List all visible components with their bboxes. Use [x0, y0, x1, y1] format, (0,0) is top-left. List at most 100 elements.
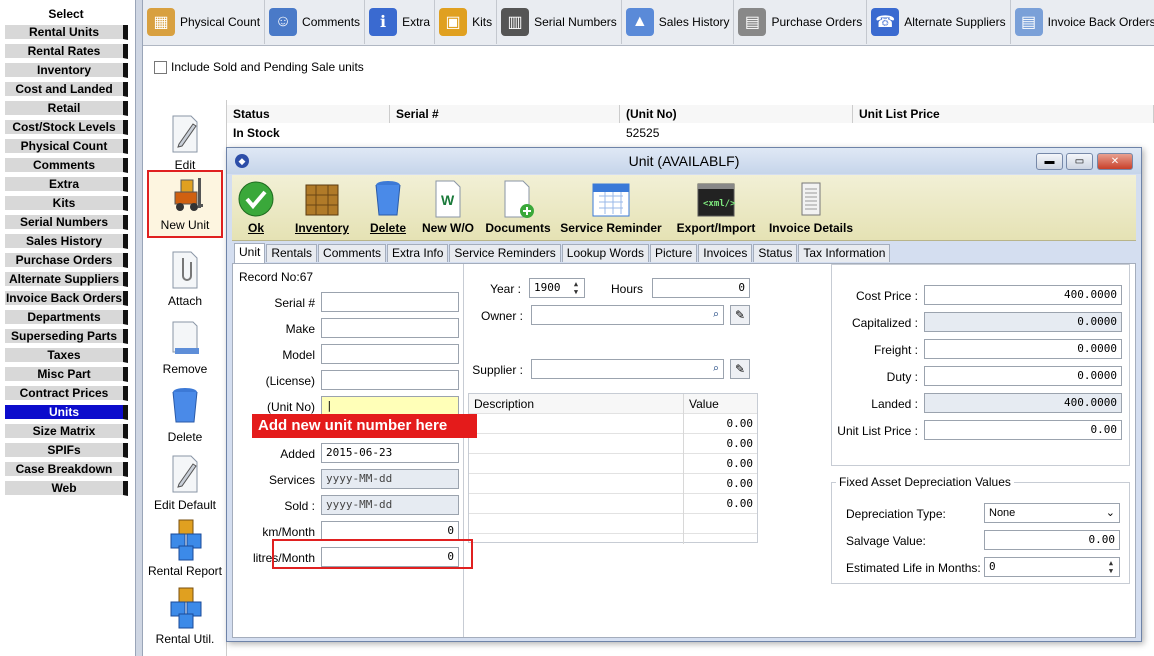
table-row[interactable]: 0.00 — [469, 494, 757, 514]
table-row[interactable]: 0.00 — [469, 434, 757, 454]
edit-button[interactable]: Edit — [147, 112, 223, 172]
nav-item[interactable]: Superseding Parts — [5, 329, 128, 344]
value-cell[interactable]: 0.00 — [686, 414, 754, 434]
owner-field[interactable]: ⌕ — [531, 305, 724, 325]
dialog-tab[interactable]: Status — [753, 244, 798, 262]
estimated-life-field[interactable]: 0 ▲ ▼ — [984, 557, 1120, 577]
model-field[interactable] — [321, 344, 459, 364]
dialog-titlebar[interactable]: ◆ Unit (AVAILABLF) ▬ ▭ ✕ — [227, 148, 1141, 174]
table-row[interactable]: 0.00 — [469, 474, 757, 494]
dialog-tab[interactable]: Unit — [234, 243, 266, 263]
capitalized-field[interactable]: 0.0000 — [924, 312, 1122, 332]
table-row[interactable] — [469, 514, 757, 534]
grid-header-serial[interactable]: Serial # — [390, 105, 620, 123]
hours-field[interactable]: 0 — [652, 278, 750, 298]
value-cell[interactable]: 0.00 — [686, 474, 754, 494]
dialog-tab[interactable]: Invoices — [698, 244, 753, 262]
remove-button[interactable]: Remove — [147, 316, 223, 376]
services-field[interactable]: yyyy-MM-dd — [321, 469, 459, 489]
owner-edit-button[interactable]: ✎ — [730, 305, 750, 325]
nav-item[interactable]: Cost/Stock Levels — [5, 120, 128, 135]
year-field[interactable]: 1900 ▲ ▼ — [529, 278, 585, 298]
year-spinner[interactable]: ▲ ▼ — [570, 280, 582, 296]
nav-item[interactable]: Rental Rates — [5, 44, 128, 59]
nav-item[interactable]: Invoice Back Orders — [5, 291, 128, 306]
attach-button[interactable]: Attach — [147, 248, 223, 308]
dialog-tab[interactable]: Comments — [318, 244, 387, 262]
rental-report-button[interactable]: Rental Report — [147, 518, 223, 578]
maximize-button[interactable]: ▭ — [1066, 153, 1093, 170]
dialog-tab[interactable]: Rentals — [266, 244, 318, 262]
grid-header-status[interactable]: Status — [227, 105, 390, 123]
toolbar-button[interactable]: ▤ Purchase Orders — [734, 0, 868, 44]
nav-item[interactable]: Kits — [5, 196, 128, 211]
freight-field[interactable]: 0.0000 — [924, 339, 1122, 359]
edit-default-button[interactable]: Edit Default — [147, 452, 223, 512]
nav-item[interactable]: Case Breakdown — [5, 462, 128, 477]
documents-button[interactable]: Documents — [483, 177, 553, 235]
supplier-edit-button[interactable]: ✎ — [730, 359, 750, 379]
nav-item[interactable]: Sales History — [5, 234, 128, 249]
added-field[interactable]: 2015-06-23 — [321, 443, 459, 463]
grid-cell-status[interactable]: In Stock — [227, 124, 390, 142]
include-sold-checkbox[interactable]: Include Sold and Pending Sale units — [154, 60, 364, 74]
dialog-tab[interactable]: Service Reminders — [449, 244, 561, 262]
checkbox-box[interactable] — [154, 60, 167, 74]
new-unit-button[interactable]: New Unit — [147, 170, 223, 238]
dialog-tab[interactable]: Extra Info — [387, 244, 449, 262]
nav-item[interactable]: SPIFs — [5, 443, 128, 458]
nav-item[interactable]: Physical Count — [5, 139, 128, 154]
service-reminder-button[interactable]: Service Reminder — [559, 177, 663, 235]
toolbar-button[interactable]: ☎ Alternate Suppliers — [867, 0, 1011, 44]
close-button[interactable]: ✕ — [1097, 153, 1133, 170]
salvage-value-field[interactable]: 0.00 — [984, 530, 1120, 550]
value-cell[interactable]: 0.00 — [686, 434, 754, 454]
splitter[interactable] — [135, 0, 143, 656]
minimize-button[interactable]: ▬ — [1036, 153, 1063, 170]
toolbar-button[interactable]: ℹ Extra — [365, 0, 436, 44]
owner-search-icon[interactable]: ⌕ — [712, 306, 719, 324]
toolbar-button[interactable]: ▤ Invoice Back Orders — [1011, 0, 1154, 44]
life-spinner[interactable]: ▲ ▼ — [1105, 559, 1117, 575]
delete-button[interactable]: Delete — [366, 177, 410, 235]
grid-header-unit-no[interactable]: (Unit No) — [620, 105, 853, 123]
nav-item[interactable]: Comments — [5, 158, 128, 173]
grid-header-list-price[interactable]: Unit List Price — [853, 105, 1154, 123]
toolbar-button[interactable]: ▣ Kits — [435, 0, 498, 44]
nav-item[interactable]: Size Matrix — [5, 424, 128, 439]
export-import-button[interactable]: <xml/> Export/Import — [672, 177, 760, 235]
inventory-button[interactable]: Inventory — [290, 177, 354, 235]
supplier-field[interactable]: ⌕ — [531, 359, 724, 379]
nav-item[interactable]: Cost and Landed — [5, 82, 128, 97]
km-month-field[interactable]: 0 — [321, 521, 459, 541]
new-wo-button[interactable]: W New W/O — [420, 177, 476, 235]
unit-list-price-field[interactable]: 0.00 — [924, 420, 1122, 440]
nav-item[interactable]: Retail — [5, 101, 128, 116]
cost-price-field[interactable]: 400.0000 — [924, 285, 1122, 305]
nav-item[interactable]: Serial Numbers — [5, 215, 128, 230]
make-field[interactable] — [321, 318, 459, 338]
landed-field[interactable]: 400.0000 — [924, 393, 1122, 413]
table-row[interactable]: 0.00 — [469, 454, 757, 474]
table-row[interactable]: 0.00 — [469, 414, 757, 434]
nav-item[interactable]: Inventory — [5, 63, 128, 78]
dialog-tab[interactable]: Lookup Words — [561, 244, 649, 262]
nav-item[interactable]: Units — [5, 405, 128, 420]
toolbar-button[interactable]: ▦ Physical Count — [143, 0, 266, 44]
nav-item[interactable]: Departments — [5, 310, 128, 325]
grid-cell-unit-no[interactable]: 52525 — [620, 124, 853, 142]
nav-item[interactable]: Extra — [5, 177, 128, 192]
serial-field[interactable] — [321, 292, 459, 312]
depreciation-type-select[interactable]: None ⌄ — [984, 503, 1120, 523]
supplier-search-icon[interactable]: ⌕ — [712, 360, 719, 378]
value-cell[interactable]: 0.00 — [686, 454, 754, 474]
unit-no-field[interactable]: | — [321, 396, 459, 416]
invoice-details-button[interactable]: Invoice Details — [768, 177, 854, 235]
nav-item[interactable]: Web — [5, 481, 128, 496]
dialog-tab[interactable]: Tax Information — [798, 244, 891, 262]
nav-item[interactable]: Contract Prices — [5, 386, 128, 401]
nav-item[interactable]: Purchase Orders — [5, 253, 128, 268]
nav-item[interactable]: Alternate Suppliers — [5, 272, 128, 287]
value-cell[interactable]: 0.00 — [686, 494, 754, 514]
nav-item[interactable]: Rental Units — [5, 25, 128, 40]
